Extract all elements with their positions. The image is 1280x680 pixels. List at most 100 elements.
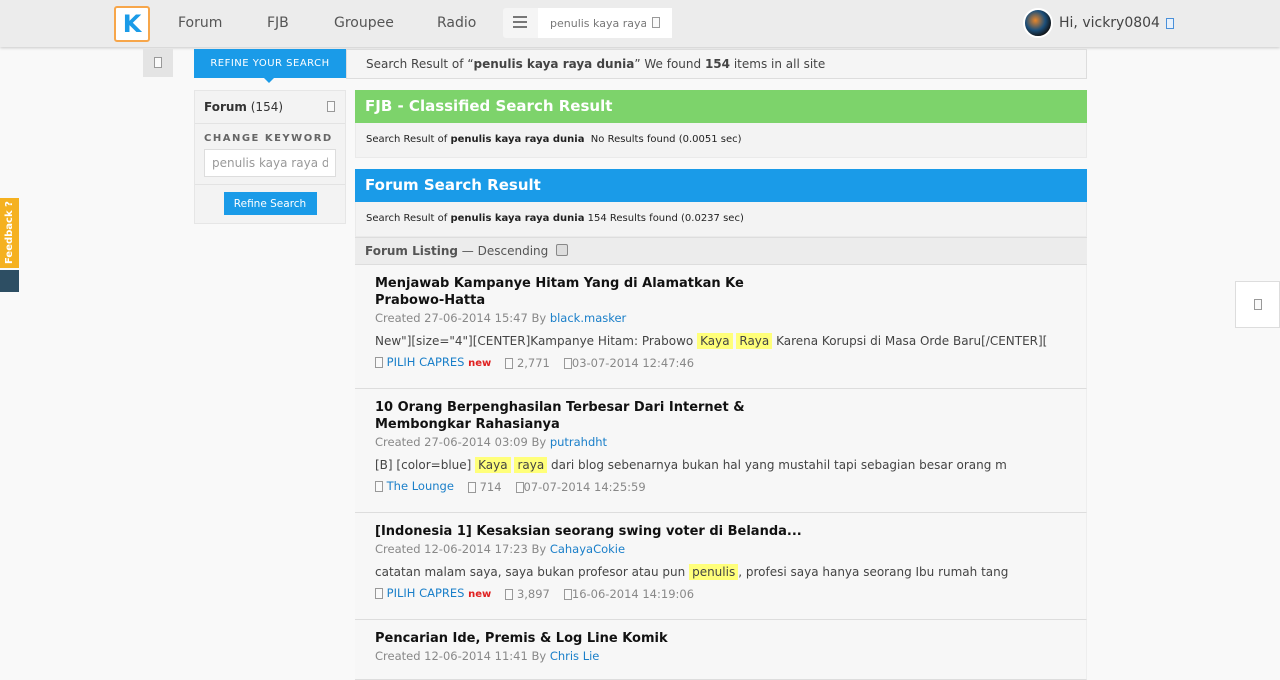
forum-listing-bar: Forum Listing — Descending (355, 237, 1087, 265)
side-widget-button[interactable] (1235, 281, 1280, 328)
forum-filter-label: Forum (204, 100, 247, 114)
refine-sidebar: Forum (154) CHANGE KEYWORD Refine Search (194, 90, 346, 224)
snippet-text: , profesi saya hanya seorang Ibu rumah t… (738, 565, 1009, 579)
thread-snippet: New"][size="4"][CENTER]Kampanye Hitam: P… (375, 332, 1066, 350)
avatar[interactable] (1023, 8, 1053, 38)
highlight: Kaya (475, 457, 511, 473)
kaskus-logo[interactable]: K (114, 6, 150, 42)
snippet-text: New"][size="4"][CENTER]Kampanye Hitam: P… (375, 334, 698, 348)
created-text: Created 27-06-2014 03:09 By (375, 435, 550, 449)
thread-meta: Created 12-06-2014 17:23 By CahayaCokie (375, 541, 1066, 558)
last-post-time: 16-06-2014 14:19:06 (571, 587, 695, 601)
forum-result: 154 Results found (0.0237 sec) (584, 213, 744, 224)
clock-icon (563, 358, 572, 369)
thread-meta: Created 27-06-2014 03:09 By putrahdht (375, 434, 1066, 451)
clock-icon (515, 482, 524, 493)
view-count: 2,771 (516, 356, 550, 370)
expand-icon[interactable] (327, 101, 335, 112)
fjb-result-panel: FJB - Classified Search Result Search Re… (355, 90, 1087, 158)
thread-footer: The Lounge 714 07-07-2014 14:25:59 (375, 478, 1066, 496)
last-post-time: 07-07-2014 14:25:59 (523, 480, 646, 494)
dropdown-icon[interactable] (1165, 17, 1174, 29)
view-count: 714 (479, 480, 502, 494)
top-header: K Forum FJB Groupee Radio Hi, vickry0804 (0, 0, 1280, 47)
last-post-time: 03-07-2014 12:47:46 (571, 356, 695, 370)
fjb-prefix: Search Result of (366, 134, 451, 145)
list-item: [Indonesia 1] Kesaksian seorang swing vo… (355, 513, 1087, 620)
summary-suffix: items in all site (730, 57, 826, 71)
forum-title: Forum Search Result (355, 169, 1087, 202)
views-icon (505, 358, 514, 369)
created-text: Created 12-06-2014 11:41 By (375, 649, 550, 663)
feedback-icon[interactable] (0, 270, 19, 292)
menu-icon[interactable] (513, 16, 527, 31)
change-keyword-label: CHANGE KEYWORD (204, 133, 333, 144)
toggle-icon (154, 57, 162, 68)
summary-prefix: Search Result of “ (366, 57, 474, 71)
forum-link[interactable]: The Lounge (387, 479, 454, 493)
search-summary: Search Result of “penulis kaya raya duni… (346, 49, 1087, 79)
nav-forum[interactable]: Forum (178, 15, 222, 31)
view-count: 3,897 (516, 587, 550, 601)
snippet-text: Karena Korupsi di Masa Orde Baru[/CENTER… (772, 334, 1048, 348)
nav-fjb[interactable]: FJB (267, 15, 289, 31)
summary-mid: ” We found (634, 57, 705, 71)
forum-query: penulis kaya raya dunia (450, 213, 585, 224)
fjb-summary: Search Result of penulis kaya raya dunia… (355, 123, 1087, 158)
user-greeting[interactable]: Hi, vickry0804 (1059, 15, 1160, 31)
clock-icon (563, 589, 572, 600)
user-menu[interactable]: Hi, vickry0804 (1023, 8, 1174, 38)
result-list: Menjawab Kampanye Hitam Yang di Alamatka… (355, 265, 1087, 680)
forum-link[interactable]: PILIH CAPRES (387, 586, 465, 600)
nav-radio[interactable]: Radio (437, 15, 476, 31)
feedback-tab[interactable]: Feedback ? (0, 198, 19, 268)
thread-snippet: catatan malam saya, saya bukan profesor … (375, 563, 1066, 581)
fjb-result: No Results found (0.0051 sec) (584, 134, 742, 145)
forum-link[interactable]: PILIH CAPRES (387, 355, 465, 369)
thread-title[interactable]: Pencarian Ide, Premis & Log Line Komik (375, 630, 815, 647)
thread-title[interactable]: Menjawab Kampanye Hitam Yang di Alamatka… (375, 275, 815, 309)
forum-icon (375, 588, 383, 599)
snippet-text: catatan malam saya, saya bukan profesor … (375, 565, 690, 579)
search-icon[interactable] (652, 17, 660, 28)
widget-icon (1253, 299, 1262, 310)
thread-snippet: [B] [color=blue] Kaya raya dari blog seb… (375, 456, 1066, 474)
fjb-query: penulis kaya raya dunia (450, 134, 585, 145)
thread-title[interactable]: [Indonesia 1] Kesaksian seorang swing vo… (375, 523, 815, 540)
thread-title[interactable]: 10 Orang Berpenghasilan Terbesar Dari In… (375, 399, 815, 433)
thread-meta: Created 12-06-2014 11:41 By Chris Lie (375, 648, 1066, 665)
listing-label: Forum Listing (365, 244, 458, 258)
highlight: raya (514, 457, 548, 473)
new-badge: new (468, 589, 492, 600)
list-item: 10 Orang Berpenghasilan Terbesar Dari In… (355, 389, 1087, 513)
forum-icon (375, 481, 383, 492)
author-link[interactable]: putrahdht (550, 435, 607, 449)
highlight: penulis (689, 564, 739, 580)
thread-footer: PILIH CAPRES new 3,897 16-06-2014 14:19:… (375, 585, 1066, 603)
fjb-title: FJB - Classified Search Result (355, 90, 1087, 123)
refine-your-search-tab[interactable]: REFINE YOUR SEARCH (194, 49, 346, 83)
listing-order[interactable]: — Descending (458, 244, 548, 258)
forum-filter-count: (154) (250, 100, 284, 114)
author-link[interactable]: CahayaCokie (550, 542, 625, 556)
snippet-text: [B] [color=blue] (375, 458, 476, 472)
keyword-input[interactable] (204, 149, 336, 177)
summary-query: penulis kaya raya dunia (473, 57, 635, 71)
search-box (503, 8, 672, 38)
sort-checkbox[interactable] (556, 244, 569, 256)
refine-search-button[interactable]: Refine Search (223, 192, 317, 215)
author-link[interactable]: black.masker (550, 311, 626, 325)
views-icon (505, 589, 514, 600)
thread-footer: PILIH CAPRES new 2,771 03-07-2014 12:47:… (375, 354, 1066, 372)
forum-summary: Search Result of penulis kaya raya dunia… (355, 202, 1087, 237)
highlight: Kaya (697, 333, 733, 349)
created-text: Created 27-06-2014 15:47 By (375, 311, 550, 325)
snippet-text: dari blog sebenarnya bukan hal yang must… (547, 458, 1007, 472)
list-item: Menjawab Kampanye Hitam Yang di Alamatka… (355, 265, 1087, 389)
nav-groupee[interactable]: Groupee (334, 15, 394, 31)
filter-forum[interactable]: Forum (154) (195, 91, 345, 124)
toggle-sidebar-button[interactable] (143, 49, 173, 77)
forum-result-panel: Forum Search Result Search Result of pen… (355, 169, 1087, 237)
thread-meta: Created 27-06-2014 15:47 By black.masker (375, 310, 1066, 327)
author-link[interactable]: Chris Lie (550, 649, 600, 663)
